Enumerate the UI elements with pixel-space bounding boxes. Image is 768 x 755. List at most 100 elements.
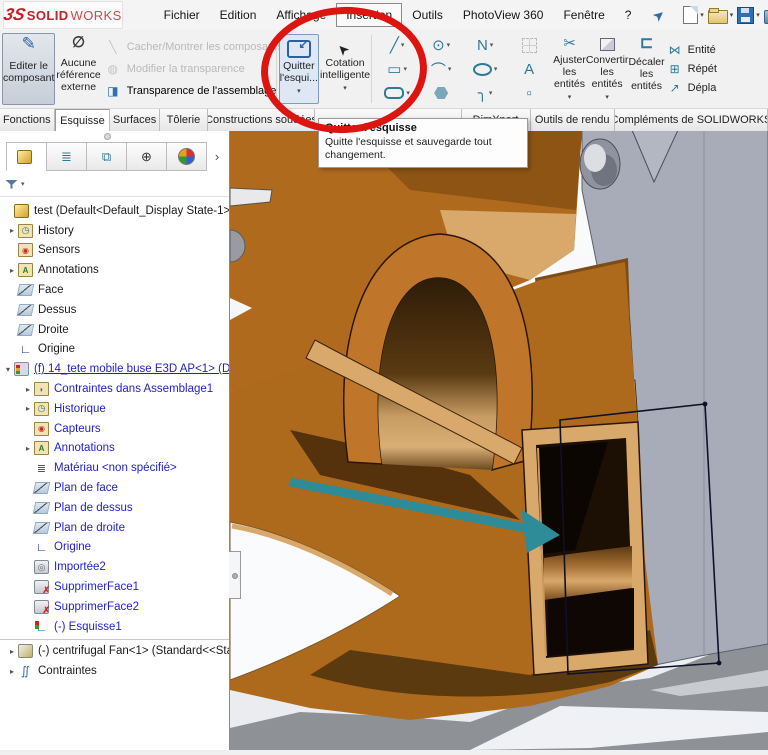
panel-grip[interactable] xyxy=(104,133,111,140)
displaymanager-tab[interactable] xyxy=(166,142,207,171)
pin-icon[interactable]: ➤ xyxy=(649,5,669,26)
tree-item-plan-de-face[interactable]: Plan de face xyxy=(0,478,229,498)
tree-item-annotations[interactable]: ▸Annotations xyxy=(0,260,229,280)
tree-item-supprimerface2[interactable]: SupprimerFace2 xyxy=(0,597,229,617)
menu--[interactable]: ? xyxy=(615,4,642,26)
fillet-caret[interactable]: ▾ xyxy=(489,89,493,97)
offset-entities-button[interactable]: ⊏ Décaler les entités xyxy=(628,34,664,104)
expand-arrow[interactable]: ▸ xyxy=(22,385,34,394)
menu-fichier[interactable]: Fichier xyxy=(154,4,210,26)
configurationmanager-tab[interactable]: ⧉ xyxy=(86,142,127,171)
menu-affichage[interactable]: Affichage xyxy=(266,4,336,26)
tree-item-origine[interactable]: Origine xyxy=(0,340,229,360)
rectangle-caret[interactable]: ▾ xyxy=(403,65,407,73)
trim-entities-caret[interactable]: ▾ xyxy=(568,92,572,104)
expand-arrow[interactable]: ▸ xyxy=(22,444,34,453)
trim-entities-button[interactable]: ✂ Ajuster les entités ▾ xyxy=(553,34,586,104)
dimxpertmanager-tab[interactable]: ⊕ xyxy=(126,142,167,171)
slot-caret[interactable]: ▾ xyxy=(406,89,410,97)
assembly-transparency-button[interactable]: ◨Transparence de l'assemblage xyxy=(105,82,271,100)
new-document-icon[interactable] xyxy=(683,6,698,24)
tree-item--centrifugal-fan-1-standard-st[interactable]: ▸(-) centrifugal Fan<1> (Standard<<Sta xyxy=(0,642,229,662)
tab-esquisse[interactable]: Esquisse xyxy=(55,109,111,131)
menu-fen-tre[interactable]: Fenêtre xyxy=(553,4,614,26)
tab-compl-ments-de-solidworks[interactable]: Compléments de SOLIDWORKS xyxy=(615,109,768,131)
spline-tool[interactable]: N▾ xyxy=(463,33,507,57)
expand-arrow[interactable]: ▾ xyxy=(2,365,14,374)
tab-t-lerie[interactable]: Tôlerie xyxy=(160,109,208,131)
tree-item-supprimerface1[interactable]: SupprimerFace1 xyxy=(0,577,229,597)
viewport-3d[interactable] xyxy=(230,130,768,750)
save-icon[interactable] xyxy=(737,7,754,24)
tree-item-contraintes[interactable]: ▸Contraintes xyxy=(0,661,229,681)
no-external-reference-button[interactable]: ∅ Aucune référence externe xyxy=(56,33,100,105)
tree-item-test-default-default-display-s[interactable]: test (Default<Default_Display State-1>) xyxy=(0,201,229,221)
tree-item-plan-de-droite[interactable]: Plan de droite xyxy=(0,518,229,538)
tree-item-history[interactable]: ▸History xyxy=(0,221,229,241)
smart-dimension-caret[interactable]: ▾ xyxy=(343,83,347,95)
polygon-tool[interactable] xyxy=(419,81,463,105)
convert-entities-button[interactable]: Convertir les entités ▾ xyxy=(586,34,629,104)
filter-icon[interactable] xyxy=(5,180,18,189)
tree-item-contraintes-dans-assemblage1[interactable]: ▸Contraintes dans Assemblage1 xyxy=(0,379,229,399)
save-caret[interactable]: ▾ xyxy=(756,11,760,19)
fillet-tool[interactable]: ╮▾ xyxy=(463,81,507,105)
circle-tool[interactable]: ⊙▾ xyxy=(419,33,463,57)
tab-fonctions[interactable]: Fonctions xyxy=(0,109,55,131)
tree-item-droite[interactable]: Droite xyxy=(0,320,229,340)
menu-photoview-360[interactable]: PhotoView 360 xyxy=(453,4,554,26)
open-caret[interactable]: ▾ xyxy=(730,11,734,19)
tree-item-face[interactable]: Face xyxy=(0,280,229,300)
open-icon[interactable] xyxy=(708,10,728,24)
menu-edition[interactable]: Edition xyxy=(210,4,267,26)
tree-item--esquisse1[interactable]: (-) Esquisse1 xyxy=(0,617,229,637)
edit-component-button[interactable]: ✎ Editer le composant xyxy=(2,33,55,105)
arc-tool[interactable]: ⌒▾ xyxy=(419,57,463,81)
menu-outils[interactable]: Outils xyxy=(402,4,453,26)
ellipse-tool[interactable]: ▾ xyxy=(463,57,507,81)
exit-sketch-caret[interactable]: ▾ xyxy=(297,86,301,98)
menu-insertion[interactable]: Insertion xyxy=(336,3,402,27)
point-tool[interactable]: ▫ xyxy=(507,81,551,105)
panel-splitter-handle[interactable] xyxy=(229,551,241,599)
line-caret[interactable]: ▾ xyxy=(401,41,405,49)
line-tool[interactable]: ╱▾ xyxy=(375,33,419,57)
exit-sketch-button[interactable]: Quitter l'esqui... ▾ xyxy=(279,34,319,104)
tab-constructions-soud-es[interactable]: Constructions soudées xyxy=(208,109,315,131)
linear-pattern-button[interactable]: ⊞Répét xyxy=(667,62,768,76)
tree-item-origine[interactable]: Origine xyxy=(0,538,229,558)
tree-item-annotations[interactable]: ▸Annotations xyxy=(0,439,229,459)
propertymanager-tab[interactable]: ≣ xyxy=(46,142,87,171)
text-tool[interactable]: A xyxy=(507,57,551,81)
rectangle-tool[interactable]: ▭▾ xyxy=(375,57,419,81)
print-icon[interactable] xyxy=(764,10,768,24)
tree-item-sensors[interactable]: Sensors xyxy=(0,241,229,261)
tree-item--f-14-tete-mobile-buse-e3d-ap-[interactable]: ▾(f) 14_tete mobile buse E3D AP<1> (Dé xyxy=(0,359,229,379)
tree-item-plan-de-dessus[interactable]: Plan de dessus xyxy=(0,498,229,518)
ellipse-caret[interactable]: ▾ xyxy=(494,65,498,73)
expand-arrow[interactable]: ▸ xyxy=(6,266,18,275)
spline-caret[interactable]: ▾ xyxy=(490,41,494,49)
convert-entities-caret[interactable]: ▾ xyxy=(605,92,609,104)
arc-caret[interactable]: ▾ xyxy=(448,65,452,73)
circle-caret[interactable]: ▾ xyxy=(447,41,451,49)
tree-item-mat-riau-non-sp-cifi-[interactable]: Matériau <non spécifié> xyxy=(0,458,229,478)
new-caret[interactable]: ▾ xyxy=(700,11,704,19)
expand-arrow[interactable]: ▸ xyxy=(6,226,18,235)
tree-item-capteurs[interactable]: Capteurs xyxy=(0,419,229,439)
move-entities-button[interactable]: ↗Dépla xyxy=(667,81,768,95)
featuremanager-tab[interactable] xyxy=(6,142,47,171)
tree-item-import-e2[interactable]: Importée2 xyxy=(0,557,229,577)
filter-caret[interactable]: ▾ xyxy=(21,180,25,188)
smart-dimension-button[interactable]: ➤ Cotation intelligente ▾ xyxy=(320,34,370,104)
slot-tool[interactable]: ▾ xyxy=(375,81,419,105)
tree-item-dessus[interactable]: Dessus xyxy=(0,300,229,320)
tab-surfaces[interactable]: Surfaces xyxy=(110,109,160,131)
panel-tabs-more[interactable]: › xyxy=(206,142,228,170)
mirror-entities-button[interactable]: ⋈Entité xyxy=(667,43,768,57)
tab-outils-de-rendu[interactable]: Outils de rendu xyxy=(531,109,615,131)
expand-arrow[interactable]: ▸ xyxy=(6,647,18,656)
tree-item-historique[interactable]: ▸Historique xyxy=(0,399,229,419)
expand-arrow[interactable]: ▸ xyxy=(6,667,18,676)
expand-arrow[interactable]: ▸ xyxy=(22,404,34,413)
